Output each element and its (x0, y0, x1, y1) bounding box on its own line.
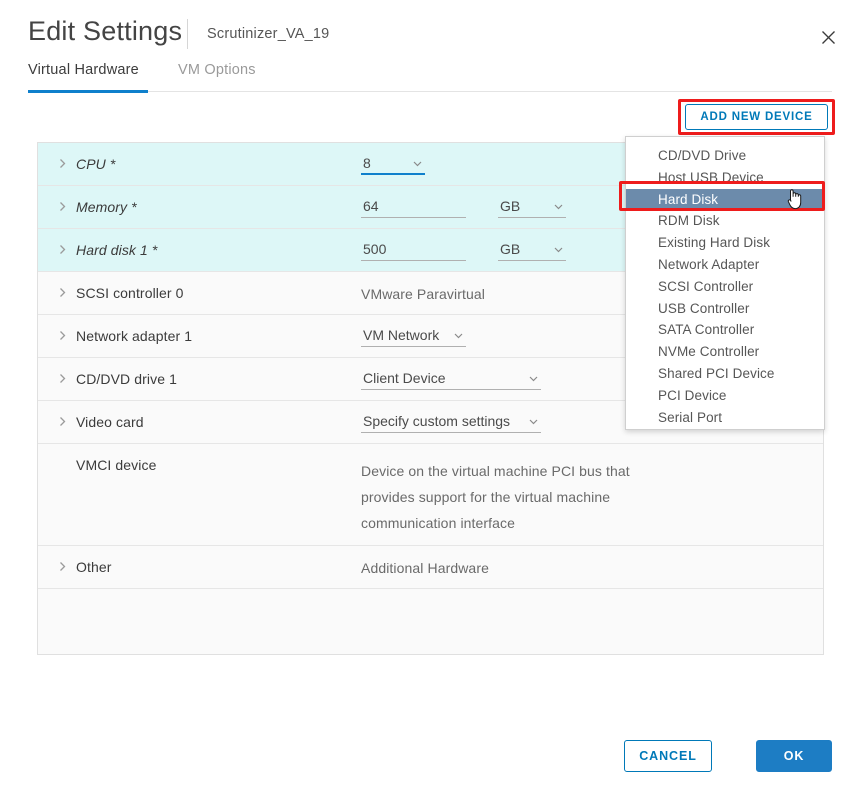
hardware-row-select[interactable]: Client Device (361, 369, 541, 390)
hardware-row-unit-select-value: GB (500, 198, 521, 214)
add-new-device-button[interactable]: ADD NEW DEVICE (685, 104, 828, 130)
add-device-menu-item[interactable]: Shared PCI Device (626, 363, 824, 385)
chevron-down-icon (528, 373, 539, 384)
hardware-row-label: CD/DVD drive 1 (76, 371, 177, 387)
tab-bar: Virtual Hardware VM Options (0, 62, 860, 92)
active-tab-underline (28, 90, 148, 93)
chevron-right-icon[interactable] (54, 561, 70, 572)
hardware-row-label: Video card (76, 414, 144, 430)
hardware-row-value-text: Additional Hardware (361, 560, 489, 576)
cancel-button[interactable]: CANCEL (624, 740, 712, 772)
add-device-menu-item[interactable]: USB Controller (626, 298, 824, 320)
add-device-menu-item[interactable]: RDM Disk (626, 210, 824, 232)
vm-name-label: Scrutinizer_VA_19 (207, 26, 330, 42)
hardware-row-number-input[interactable]: 500 (361, 240, 466, 261)
add-device-menu-item[interactable]: CD/DVD Drive (626, 145, 824, 167)
title-separator (187, 19, 188, 49)
add-device-dropdown-menu[interactable]: CD/DVD Drive Host USB Device Hard Disk RDM … (625, 136, 825, 430)
hardware-row: Other Additional Hardware (38, 546, 823, 589)
add-device-menu-item[interactable]: Hard Disk (626, 188, 824, 211)
page-title: Edit Settings (28, 16, 183, 46)
add-new-device-wrapper: ADD NEW DEVICE (685, 104, 828, 130)
hardware-row: VMCI device Device on the virtual machine… (38, 444, 823, 546)
hardware-row-select-value: Client Device (363, 370, 446, 386)
vmci-device-description: Device on the virtual machine PCI bus th… (361, 463, 630, 531)
add-device-menu-item[interactable]: Serial Port (626, 407, 824, 429)
hardware-row-label-cell: CPU * (38, 143, 361, 185)
chevron-right-icon[interactable] (54, 416, 70, 427)
hardware-row-label: Hard disk 1 * (76, 242, 158, 258)
tab-vm-options[interactable]: VM Options (178, 62, 256, 85)
hardware-row-label: SCSI controller 0 (76, 285, 184, 301)
hardware-row-select-value: Specify custom settings (363, 413, 511, 429)
hardware-row-label-cell: Hard disk 1 * (38, 229, 361, 271)
hardware-row-value-cell: Additional Hardware (361, 546, 823, 585)
hardware-row-number-input[interactable]: 64 (361, 197, 466, 218)
edit-settings-dialog: Edit Settings Scrutinizer_VA_19 Virtual … (0, 0, 860, 796)
hardware-row-value-text: VMware Paravirtual (361, 286, 485, 302)
hardware-row-select-value: 8 (363, 155, 371, 171)
add-device-menu-item[interactable]: PCI Device (626, 385, 824, 407)
add-device-menu-item[interactable]: NVMe Controller (626, 341, 824, 363)
chevron-right-icon[interactable] (54, 244, 70, 255)
chevron-down-icon (453, 330, 464, 341)
close-icon[interactable] (813, 22, 843, 52)
tab-virtual-hardware[interactable]: Virtual Hardware (28, 62, 139, 85)
hardware-row-select[interactable]: Specify custom settings (361, 412, 541, 433)
hardware-row-unit-select[interactable]: GB (498, 197, 566, 218)
dialog-footer: CANCEL OK (0, 716, 860, 796)
add-device-menu-item[interactable]: SCSI Controller (626, 276, 824, 298)
hardware-row-label-cell: Other (38, 546, 361, 588)
hardware-row-unit-select[interactable]: GB (498, 240, 566, 261)
hardware-row-label: Network adapter 1 (76, 328, 193, 344)
chevron-right-icon[interactable] (54, 373, 70, 384)
hardware-row-label-cell: Video card (38, 401, 361, 443)
hardware-row-label-cell: Memory * (38, 186, 361, 228)
chevron-down-icon (528, 416, 539, 427)
chevron-down-icon (412, 158, 423, 169)
hardware-row-select-value: VM Network (363, 327, 440, 343)
chevron-down-icon (553, 244, 564, 255)
hardware-row-number-value: 500 (363, 241, 387, 257)
hardware-row-label-cell: CD/DVD drive 1 (38, 358, 361, 400)
chevron-down-icon (553, 201, 564, 212)
hardware-row-select[interactable]: VM Network (361, 326, 466, 347)
chevron-right-icon[interactable] (54, 330, 70, 341)
add-device-menu-item[interactable]: SATA Controller (626, 319, 824, 341)
chevron-right-icon[interactable] (54, 287, 70, 298)
hardware-row-label: VMCI device (76, 457, 157, 473)
add-device-menu-item[interactable]: Host USB Device (626, 167, 824, 189)
hardware-row-unit-select-value: GB (500, 241, 521, 257)
hardware-row-label-cell: Network adapter 1 (38, 315, 361, 357)
dialog-header: Edit Settings Scrutinizer_VA_19 (0, 0, 860, 62)
chevron-right-icon[interactable] (54, 201, 70, 212)
hardware-row-select[interactable]: 8 (361, 154, 425, 175)
hardware-row-number-value: 64 (363, 198, 379, 214)
hardware-row-label: CPU * (76, 156, 116, 172)
tab-bar-divider (148, 91, 832, 92)
hardware-row-label: Memory * (76, 199, 137, 215)
add-device-menu-item[interactable]: Network Adapter (626, 254, 824, 276)
add-device-menu-item[interactable]: Existing Hard Disk (626, 232, 824, 254)
hardware-row-label-cell: SCSI controller 0 (38, 272, 361, 314)
ok-button[interactable]: OK (756, 740, 832, 772)
hardware-row-value-cell: Device on the virtual machine PCI bus th… (361, 444, 823, 545)
hardware-row-label-cell: VMCI device (38, 444, 361, 486)
hardware-row-label: Other (76, 559, 112, 575)
chevron-right-icon[interactable] (54, 158, 70, 169)
